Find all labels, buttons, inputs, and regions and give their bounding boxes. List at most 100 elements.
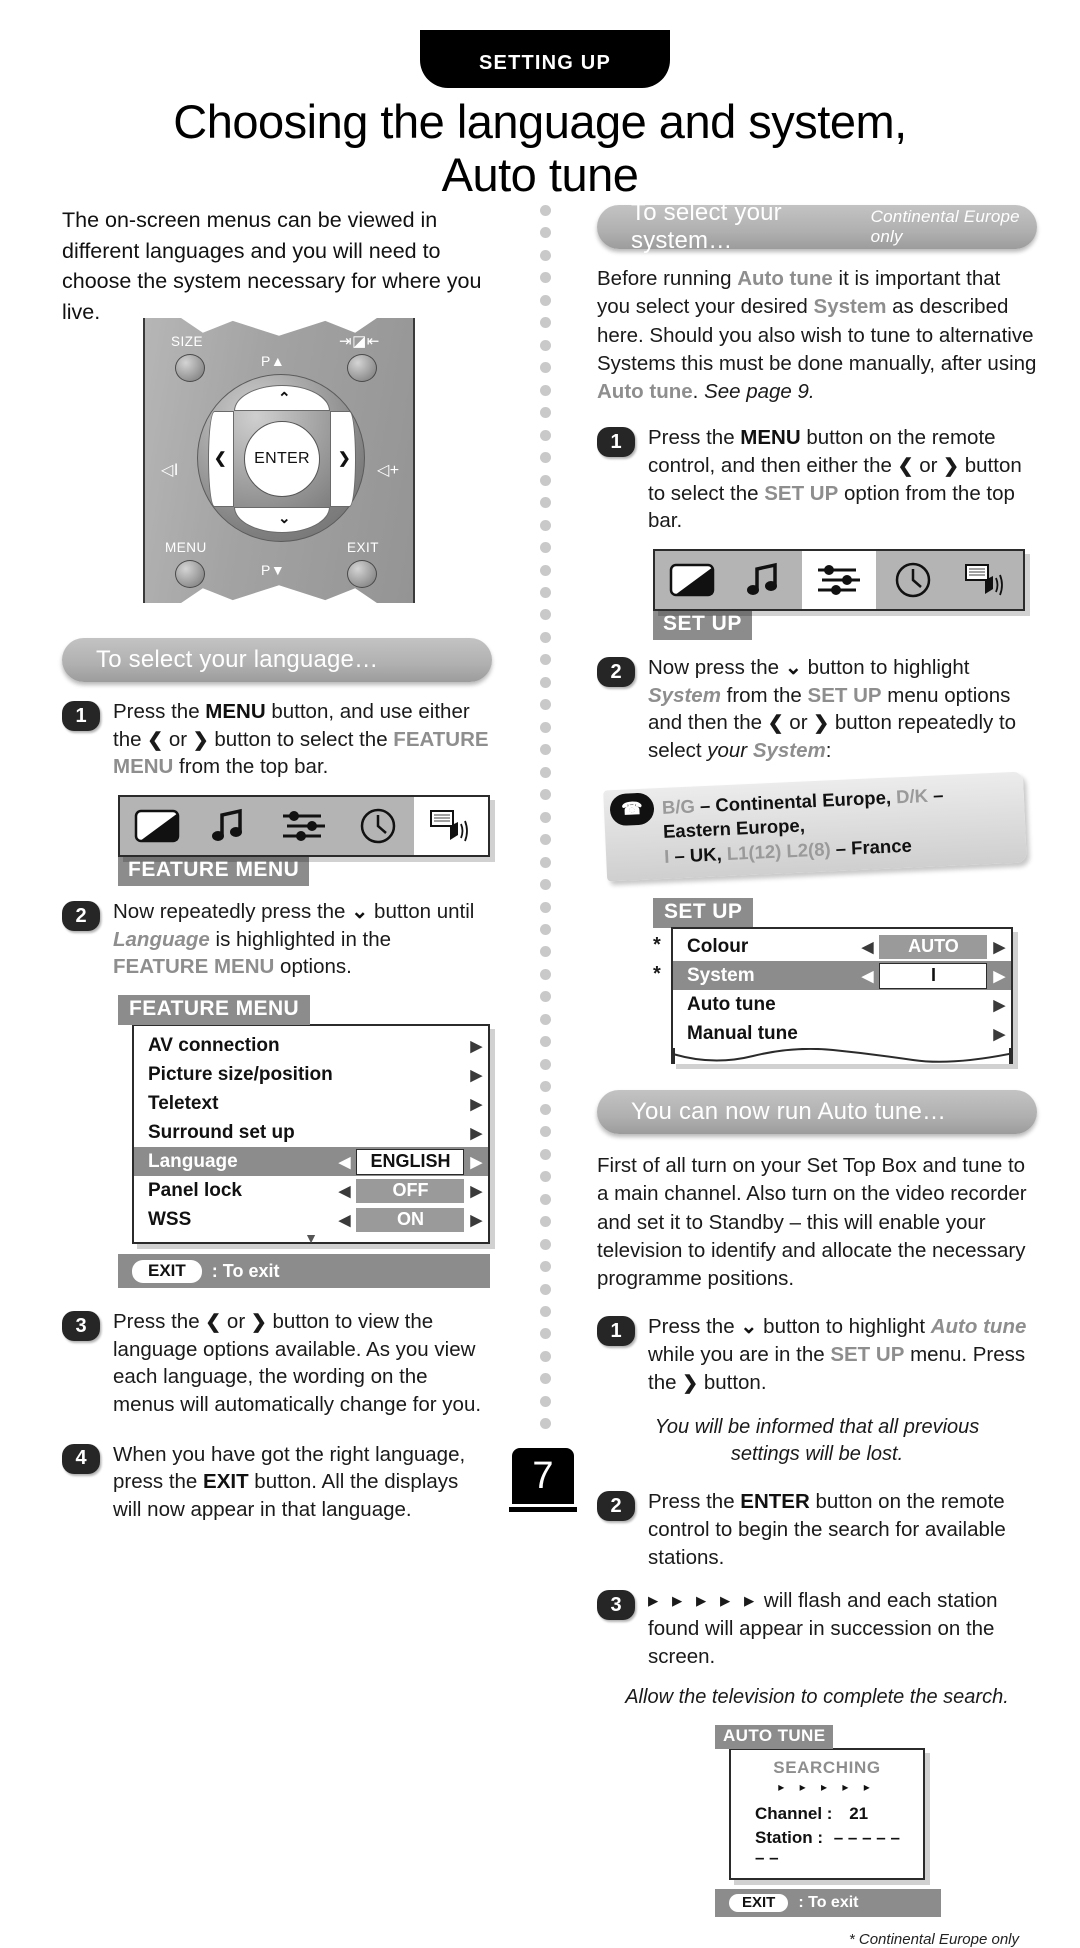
setup-menu-panel[interactable]: Colour ◀ AUTO ▶ System ◀ I ▶ Auto tune ▶… <box>671 927 1013 1064</box>
menu-row-colour[interactable]: Colour ◀ AUTO ▶ <box>673 932 1011 961</box>
language-step-3: 3 Press the ❮ or ❯ button to view the la… <box>62 1308 492 1419</box>
volume-down-icon: ◁Ⅰ <box>161 462 180 479</box>
chevron-left-icon[interactable]: ◀ <box>339 1182 351 1200</box>
feature-menu-icon-bar-wrap: FEATURE MENU <box>118 795 492 887</box>
feature-menu-exit-bar: EXIT : To exit <box>118 1254 490 1289</box>
row-label: Picture size/position <box>148 1063 333 1085</box>
menu-row-surround-setup[interactable]: Surround set up ▶ <box>134 1118 488 1147</box>
chevron-left-icon[interactable]: ◀ <box>339 1211 351 1229</box>
row-value: OFF <box>356 1178 465 1203</box>
sound-icon[interactable] <box>194 797 268 855</box>
section-tab: SETTING UP <box>420 33 670 88</box>
step-text: Press the MENU button, and use either th… <box>113 700 489 779</box>
autotune-step-2: 2 Press the ENTER button on the remote c… <box>597 1488 1037 1571</box>
remote-exit-label: EXIT <box>347 540 380 555</box>
osd-icon-bar[interactable] <box>118 795 490 858</box>
auto-tune-tag: AUTO TUNE <box>715 1725 834 1750</box>
chevron-right-icon[interactable]: ▶ <box>470 1182 482 1200</box>
value-stepper[interactable]: ◀ OFF ▶ <box>339 1178 482 1203</box>
auto-tune-panel: SEARCHING ▸ ▸ ▸ ▸ ▸ Channel : 21 Station… <box>729 1748 925 1881</box>
value-stepper[interactable]: ◀ ENGLISH ▶ <box>339 1148 482 1175</box>
system-section-note: Continental Europe only <box>870 207 1020 246</box>
chevron-right-icon: ▶ <box>470 1037 482 1055</box>
chevron-right-icon: ▶ <box>470 1066 482 1084</box>
chevron-right-icon: ▶ <box>470 1124 482 1142</box>
chevron-left-icon[interactable]: ◀ <box>862 938 874 956</box>
settings-sliders-icon[interactable] <box>267 797 341 855</box>
row-label: AV connection <box>148 1034 280 1056</box>
exit-chip[interactable]: EXIT <box>132 1259 202 1283</box>
feature-speaker-icon[interactable] <box>949 551 1023 609</box>
channel-value: 21 <box>849 1804 869 1824</box>
chevron-left-icon[interactable]: ◀ <box>339 1153 351 1171</box>
chevron-up-icon: ⌃ <box>278 390 291 407</box>
mute-button[interactable] <box>347 354 377 382</box>
system-intro-text: Before running Auto tune it is important… <box>597 267 1037 404</box>
feature-menu-panel[interactable]: AV connection ▶ Picture size/position ▶ … <box>132 1024 490 1245</box>
feature-speaker-icon[interactable] <box>414 797 488 856</box>
volume-up-icon: ◁+ <box>377 462 400 479</box>
enter-button[interactable]: ENTER <box>244 421 320 497</box>
value-stepper[interactable]: ◀ I ▶ <box>862 962 1005 989</box>
exit-chip[interactable]: EXIT <box>729 1894 789 1913</box>
menu-row-language[interactable]: Language ◀ ENGLISH ▶ <box>134 1147 488 1177</box>
size-button[interactable] <box>175 354 205 382</box>
setup-menu-tag: SET UP <box>653 898 754 928</box>
autotune-intro-text: First of all turn on your Set Top Box an… <box>597 1154 1027 1291</box>
programme-down-label: P▼ <box>261 562 286 578</box>
clock-icon[interactable] <box>876 551 950 609</box>
step-text: Press the ENTER button on the remote con… <box>648 1490 1006 1569</box>
chevron-right-icon[interactable]: ▶ <box>470 1211 482 1229</box>
exit-button[interactable] <box>347 560 377 588</box>
menu-button[interactable] <box>175 560 205 588</box>
menu-row-picture-size[interactable]: Picture size/position ▶ <box>134 1060 488 1089</box>
clock-icon[interactable] <box>341 797 415 855</box>
channel-row: Channel : 21 <box>755 1804 869 1824</box>
menu-row-teletext[interactable]: Teletext ▶ <box>134 1089 488 1118</box>
exit-hint: : To exit <box>211 1260 280 1281</box>
sound-icon[interactable] <box>729 551 803 609</box>
step-text: Now repeatedly press the ⌄ button until … <box>113 900 475 979</box>
row-label: Colour <box>687 935 749 957</box>
picture-icon[interactable] <box>655 551 729 609</box>
chevron-right-icon: ▶ <box>993 996 1005 1014</box>
step-number: 3 <box>62 1311 100 1342</box>
step-number: 2 <box>597 657 635 688</box>
searching-label: SEARCHING <box>773 1758 881 1778</box>
page-title-line1: Choosing the language and system, <box>173 95 907 148</box>
scroll-down-icon[interactable]: ▼ <box>134 1231 488 1245</box>
page-title-line2: Auto tune <box>441 147 639 201</box>
row-label: WSS <box>148 1208 192 1230</box>
left-column: The on-screen menus can be viewed in dif… <box>62 205 502 327</box>
navigation-ring[interactable]: ⌃ ⌄ ❮ ❯ ENTER <box>197 374 365 542</box>
step-number: 1 <box>62 701 100 731</box>
menu-row-panel-lock[interactable]: Panel lock ◀ OFF ▶ <box>134 1176 488 1205</box>
menu-row-system[interactable]: System ◀ I ▶ <box>673 961 1011 990</box>
chevron-left-icon[interactable]: ◀ <box>862 967 874 985</box>
remote-menu-label: MENU <box>165 540 207 555</box>
menu-row-auto-tune[interactable]: Auto tune ▶ <box>673 990 1011 1019</box>
row-value: ON <box>356 1207 465 1232</box>
step-number: 1 <box>597 427 635 458</box>
autotune-note-1: You will be informed that all previous s… <box>654 1416 980 1466</box>
system-code-l2: L2(8) <box>780 837 832 862</box>
menu-row-av-connection[interactable]: AV connection ▶ <box>134 1031 488 1060</box>
asterisk-colour: * <box>653 934 661 956</box>
asterisk-system: * <box>653 963 661 985</box>
remote-size-label: SIZE <box>171 334 204 349</box>
row-value: ENGLISH <box>356 1148 465 1175</box>
page-footnote: * Continental Europe only <box>848 1931 1019 1948</box>
value-stepper[interactable]: ◀ AUTO ▶ <box>862 934 1005 959</box>
value-stepper[interactable]: ◀ ON ▶ <box>339 1207 482 1232</box>
row-label: Panel lock <box>148 1179 242 1201</box>
settings-sliders-icon[interactable] <box>802 551 876 610</box>
menu-row-manual-tune[interactable]: Manual tune ▶ <box>673 1019 1011 1048</box>
row-label: Surround set up <box>148 1121 295 1143</box>
chevron-right-icon[interactable]: ▶ <box>993 938 1005 956</box>
osd-icon-bar[interactable] <box>653 549 1025 612</box>
chevron-right-icon[interactable]: ▶ <box>993 967 1005 985</box>
chevron-right-icon[interactable]: ▶ <box>470 1153 482 1171</box>
chevron-right-icon: ❯ <box>338 450 351 467</box>
row-label: Language <box>148 1150 238 1172</box>
picture-icon[interactable] <box>120 797 194 855</box>
